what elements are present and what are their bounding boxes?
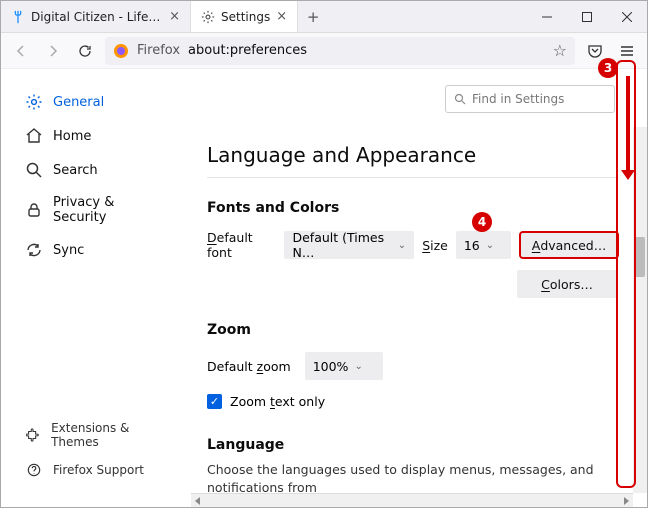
zoom-text-only-label: Zoom text only — [230, 394, 325, 409]
select-value: Default (Times N… — [292, 230, 391, 260]
sidebar-item-label: Privacy & Security — [53, 195, 167, 225]
sidebar-item-label: Search — [53, 163, 98, 178]
tab-label: Digital Citizen - Life in a digital — [31, 10, 163, 24]
close-window-button[interactable] — [607, 1, 647, 32]
default-font-select[interactable]: Default (Times N… ⌄ — [284, 231, 414, 259]
url-bar[interactable]: Firefox about:preferences ☆ — [105, 37, 575, 65]
chevron-down-icon: ⌄ — [354, 361, 362, 372]
close-icon[interactable]: × — [169, 9, 180, 24]
tab-settings[interactable]: Settings × — [191, 1, 298, 32]
select-value: 16 — [464, 238, 480, 253]
sidebar-item-search[interactable]: Search — [1, 153, 191, 187]
font-size-select[interactable]: 16 ⌄ — [456, 231, 511, 259]
divider — [207, 177, 619, 178]
default-font-label: Default font — [207, 230, 276, 260]
section-heading: Language and Appearance — [207, 143, 619, 167]
sidebar-item-sync[interactable]: Sync — [1, 233, 191, 267]
sidebar-item-privacy[interactable]: Privacy & Security — [1, 187, 191, 233]
zoom-heading: Zoom — [207, 322, 619, 338]
default-zoom-select[interactable]: 100% ⌄ — [305, 352, 383, 380]
maximize-button[interactable] — [567, 1, 607, 32]
url-prefix: Firefox — [137, 43, 180, 58]
default-zoom-label: Default zoom — [207, 359, 291, 374]
select-value: 100% — [313, 359, 349, 374]
title-bar: Digital Citizen - Life in a digital × Se… — [1, 1, 647, 33]
bookmark-star-icon[interactable]: ☆ — [553, 41, 567, 60]
help-icon — [25, 461, 43, 479]
settings-search-input[interactable]: Find in Settings — [445, 85, 615, 113]
gear-icon — [25, 93, 43, 111]
close-icon[interactable]: × — [276, 9, 287, 24]
tab-label: Settings — [221, 10, 270, 24]
search-placeholder: Find in Settings — [472, 92, 564, 106]
language-description: Choose the languages used to display men… — [207, 461, 619, 496]
search-icon — [25, 161, 43, 179]
firefox-icon — [113, 43, 129, 59]
tab-strip: Digital Citizen - Life in a digital × Se… — [1, 1, 527, 32]
zoom-text-only-checkbox[interactable]: ✓ — [207, 394, 222, 409]
language-heading: Language — [207, 437, 619, 453]
sidebar-item-label: General — [53, 95, 104, 110]
vertical-scrollbar[interactable] — [633, 127, 647, 493]
sidebar-item-label: Sync — [53, 243, 84, 258]
forward-button[interactable] — [41, 39, 65, 63]
favicon-icon — [11, 10, 25, 24]
sidebar-item-label: Firefox Support — [53, 463, 144, 477]
sidebar-item-support[interactable]: Firefox Support — [1, 455, 191, 485]
new-tab-button[interactable]: + — [298, 1, 328, 32]
sidebar-item-extensions[interactable]: Extensions & Themes — [1, 415, 191, 455]
settings-main: Find in Settings Language and Appearance… — [191, 69, 647, 507]
minimize-button[interactable] — [527, 1, 567, 32]
home-icon — [25, 127, 43, 145]
app-menu-button[interactable] — [615, 39, 639, 63]
chevron-down-icon: ⌄ — [486, 240, 494, 251]
annotation-badge-3: 3 — [598, 58, 618, 78]
scrollbar-thumb[interactable] — [635, 237, 645, 277]
sidebar-item-label: Extensions & Themes — [51, 421, 167, 449]
reload-button[interactable] — [73, 39, 97, 63]
annotation-badge-4: 4 — [472, 212, 492, 232]
colors-button[interactable]: Colors… — [517, 270, 617, 298]
advanced-fonts-button[interactable]: Advanced… — [519, 231, 619, 259]
url-text: about:preferences — [188, 43, 307, 58]
sidebar-item-general[interactable]: General — [1, 85, 191, 119]
annotation-arrow — [626, 76, 630, 172]
puzzle-icon — [25, 426, 41, 444]
settings-sidebar: General Home Search Privacy & Security S… — [1, 69, 191, 507]
back-button[interactable] — [9, 39, 33, 63]
lock-icon — [25, 201, 43, 219]
nav-toolbar: Firefox about:preferences ☆ — [1, 33, 647, 69]
size-label: Size — [422, 238, 448, 253]
tab-digital-citizen[interactable]: Digital Citizen - Life in a digital × — [1, 1, 191, 32]
fonts-heading: Fonts and Colors — [207, 200, 619, 216]
chevron-down-icon: ⌄ — [398, 240, 406, 251]
gear-icon — [201, 10, 215, 24]
sidebar-item-home[interactable]: Home — [1, 119, 191, 153]
search-icon — [454, 93, 466, 105]
sync-icon — [25, 241, 43, 259]
horizontal-scrollbar[interactable] — [191, 493, 633, 507]
sidebar-item-label: Home — [53, 129, 91, 144]
